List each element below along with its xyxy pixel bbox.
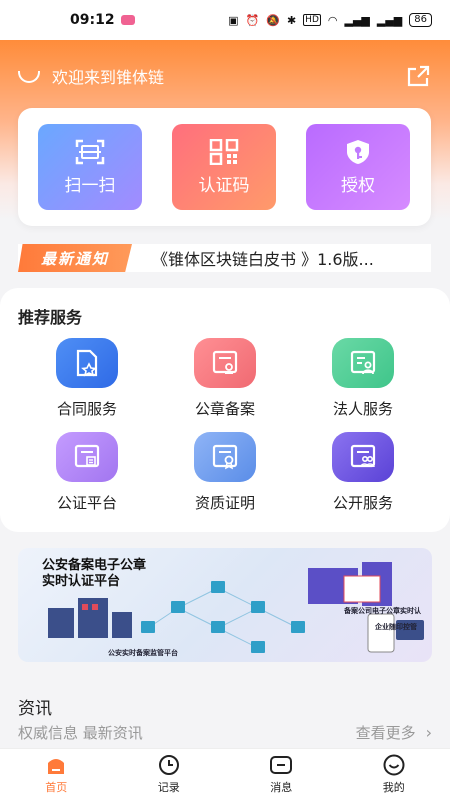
public-service-icon <box>332 432 394 482</box>
scan-label: 扫一扫 <box>64 175 116 196</box>
service-notary[interactable]: 公证平台 <box>32 432 142 513</box>
tab-profile-label: 我的 <box>382 781 405 794</box>
app-notification-icon <box>120 15 135 25</box>
service-public[interactable]: 公开服务 <box>308 432 418 513</box>
battery-indicator: 86 <box>409 13 432 27</box>
bluetooth-icon: ✱ <box>286 13 297 27</box>
message-icon <box>270 756 293 774</box>
promo-banner[interactable]: 公安备案电子公章 实时认证平台 备案公司电子公章实时认 企业随印控管 公安实时备… <box>18 548 432 662</box>
notice-bar[interactable]: 最新通知 《锥体区块链白皮书 》1.6版... <box>18 244 431 272</box>
tab-profile[interactable]: 我的 <box>338 749 450 800</box>
contract-icon <box>56 338 118 388</box>
service-notary-label: 公证平台 <box>56 494 117 512</box>
notice-tag: 最新通知 <box>18 244 132 272</box>
news-title: 资讯 <box>18 699 52 719</box>
chevron-right-icon: › <box>425 723 432 742</box>
welcome-banner: 欢迎来到锥体链 <box>18 64 164 88</box>
profile-icon <box>383 754 405 776</box>
auth-code-button[interactable]: 认证码 <box>172 124 276 210</box>
alarm-icon: ⏰ <box>245 13 260 27</box>
service-seal-label: 公章备案 <box>194 400 255 418</box>
scan-icon <box>75 139 105 164</box>
signal-2-icon: ▂▄▆ <box>376 13 403 27</box>
blockchain-network-illustration <box>48 562 424 653</box>
status-bar: 09:12 ▣ ⏰ 🔕 ✱ HD ◠ ▂▄▆ ▂▄▆ 86 <box>0 0 450 40</box>
service-certificate[interactable]: 资质证明 <box>170 432 280 513</box>
seal-icon <box>194 338 256 388</box>
service-contract-label: 合同服务 <box>56 400 117 418</box>
recommended-services: 推荐服务 合同服务 公章备案 法人服务 公证平台 资质证明 公开服务 <box>0 288 450 532</box>
services-title: 推荐服务 <box>18 308 83 327</box>
wifi-icon: ◠ <box>327 13 338 27</box>
mute-icon: 🔕 <box>266 13 280 27</box>
news-subtitle: 权威信息 最新资讯 <box>18 724 143 742</box>
home-icon <box>48 759 65 774</box>
bottom-tab-bar: 首页 记录 消息 我的 <box>0 748 450 800</box>
quick-actions-card: 扫一扫 认证码 授权 <box>18 108 431 226</box>
view-more-label: 查看更多 <box>355 724 416 742</box>
shield-key-icon <box>347 139 369 164</box>
scan-button[interactable]: 扫一扫 <box>38 124 142 210</box>
hd-icon: HD <box>303 14 321 26</box>
notice-text[interactable]: 《锥体区块链白皮书 》1.6版... <box>152 246 422 270</box>
qr-code-icon <box>209 138 239 165</box>
smile-logo-icon <box>18 71 40 83</box>
service-legal-person[interactable]: 法人服务 <box>308 338 418 419</box>
authorize-button[interactable]: 授权 <box>306 124 410 210</box>
banner-caption-bottom: 公安实时备案监管平台 <box>108 649 178 657</box>
auth-code-label: 认证码 <box>198 175 250 196</box>
service-contract[interactable]: 合同服务 <box>32 338 142 419</box>
tab-home[interactable]: 首页 <box>0 749 113 800</box>
tab-home-label: 首页 <box>45 781 68 794</box>
status-time: 09:12 <box>70 12 115 28</box>
legal-person-icon <box>332 338 394 388</box>
welcome-text: 欢迎来到锥体链 <box>52 68 165 87</box>
status-icons: ▣ ⏰ 🔕 ✱ HD ◠ ▂▄▆ ▂▄▆ 86 <box>228 13 432 27</box>
notary-icon <box>56 432 118 482</box>
certificate-icon <box>194 432 256 482</box>
tab-messages-label: 消息 <box>270 781 293 794</box>
service-seal[interactable]: 公章备案 <box>170 338 280 419</box>
tab-records-label: 记录 <box>157 781 180 794</box>
service-public-label: 公开服务 <box>332 494 393 512</box>
view-more-link[interactable]: 查看更多 › <box>356 722 432 743</box>
signal-icon: ▂▄▆ <box>344 13 370 27</box>
authorize-label: 授权 <box>341 175 375 196</box>
tab-records[interactable]: 记录 <box>113 749 226 800</box>
banner-caption-right: 备案公司电子公章实时认 <box>344 607 421 615</box>
service-legal-person-label: 法人服务 <box>332 400 393 418</box>
tab-messages[interactable]: 消息 <box>225 749 338 800</box>
banner-caption-right2: 企业随印控管 <box>375 623 417 631</box>
nfc-icon: ▣ <box>228 13 239 27</box>
share-icon[interactable] <box>406 64 432 88</box>
clock-icon <box>158 755 179 775</box>
service-certificate-label: 资质证明 <box>194 494 255 512</box>
